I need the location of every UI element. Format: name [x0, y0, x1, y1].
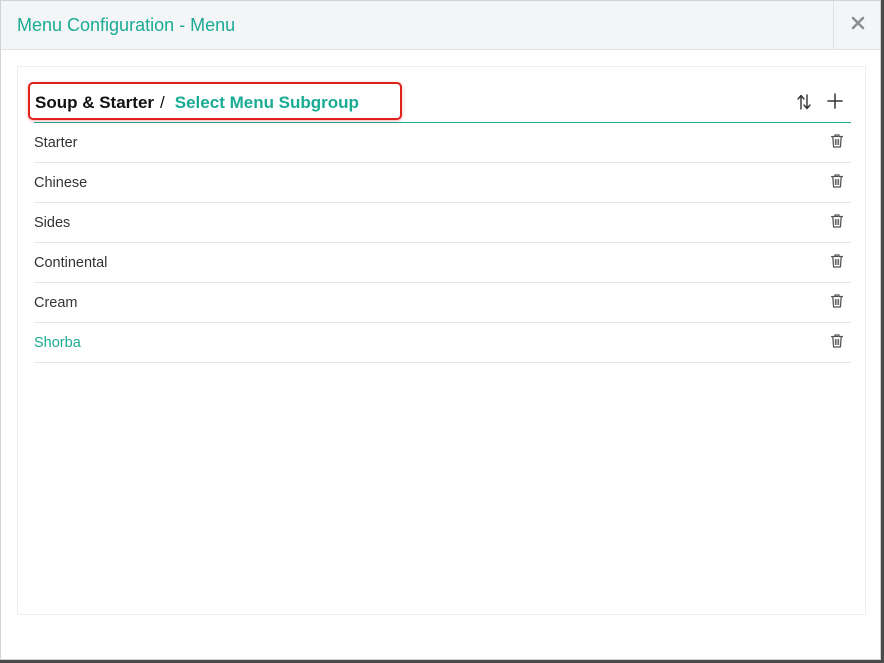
breadcrumb: Soup & Starter / Select Menu Subgroup	[35, 93, 359, 113]
subgroup-list: Starter Chinese Sides Continental Cream …	[34, 123, 851, 363]
delete-button[interactable]	[830, 134, 844, 153]
plus-icon	[827, 93, 843, 109]
select-menu-subgroup-link[interactable]: Select Menu Subgroup	[175, 93, 359, 112]
list-item-shorba[interactable]: Shorba	[34, 323, 851, 363]
close-button[interactable]	[833, 1, 880, 49]
list-item-label: Cream	[34, 295, 78, 311]
list-item-label: Continental	[34, 255, 108, 271]
close-icon	[851, 16, 865, 30]
sort-arrows-icon	[797, 94, 811, 110]
breadcrumb-separator: /	[160, 93, 165, 112]
subgroup-panel: Soup & Starter / Select Menu Subgroup Star…	[17, 66, 866, 615]
delete-button[interactable]	[830, 214, 844, 233]
trash-icon	[830, 134, 844, 148]
panel-header: Soup & Starter / Select Menu Subgroup	[28, 82, 851, 123]
dialog-title: Menu Configuration - Menu	[17, 15, 236, 35]
dialog-header: Menu Configuration - Menu	[1, 1, 880, 50]
delete-button[interactable]	[830, 174, 844, 193]
list-item-cream[interactable]: Cream	[34, 283, 851, 323]
list-item-label: Shorba	[34, 335, 81, 351]
delete-button[interactable]	[830, 294, 844, 313]
add-subgroup-button[interactable]	[827, 93, 843, 114]
trash-icon	[830, 214, 844, 228]
list-item-label: Chinese	[34, 175, 88, 191]
trash-icon	[830, 174, 844, 188]
list-item-starter[interactable]: Starter	[34, 123, 851, 163]
menu-configuration-dialog: Menu Configuration - Menu Soup & Starter…	[0, 0, 881, 660]
delete-button[interactable]	[830, 254, 844, 273]
sort-button[interactable]	[796, 93, 812, 116]
list-item-chinese[interactable]: Chinese	[34, 163, 851, 203]
list-item-sides[interactable]: Sides	[34, 203, 851, 243]
list-item-continental[interactable]: Continental	[34, 243, 851, 283]
delete-button[interactable]	[830, 334, 844, 353]
breadcrumb-group[interactable]: Soup & Starter	[35, 93, 154, 112]
list-item-label: Starter	[34, 135, 78, 151]
list-item-label: Sides	[34, 215, 71, 231]
trash-icon	[830, 254, 844, 268]
trash-icon	[830, 294, 844, 308]
trash-icon	[830, 334, 844, 348]
